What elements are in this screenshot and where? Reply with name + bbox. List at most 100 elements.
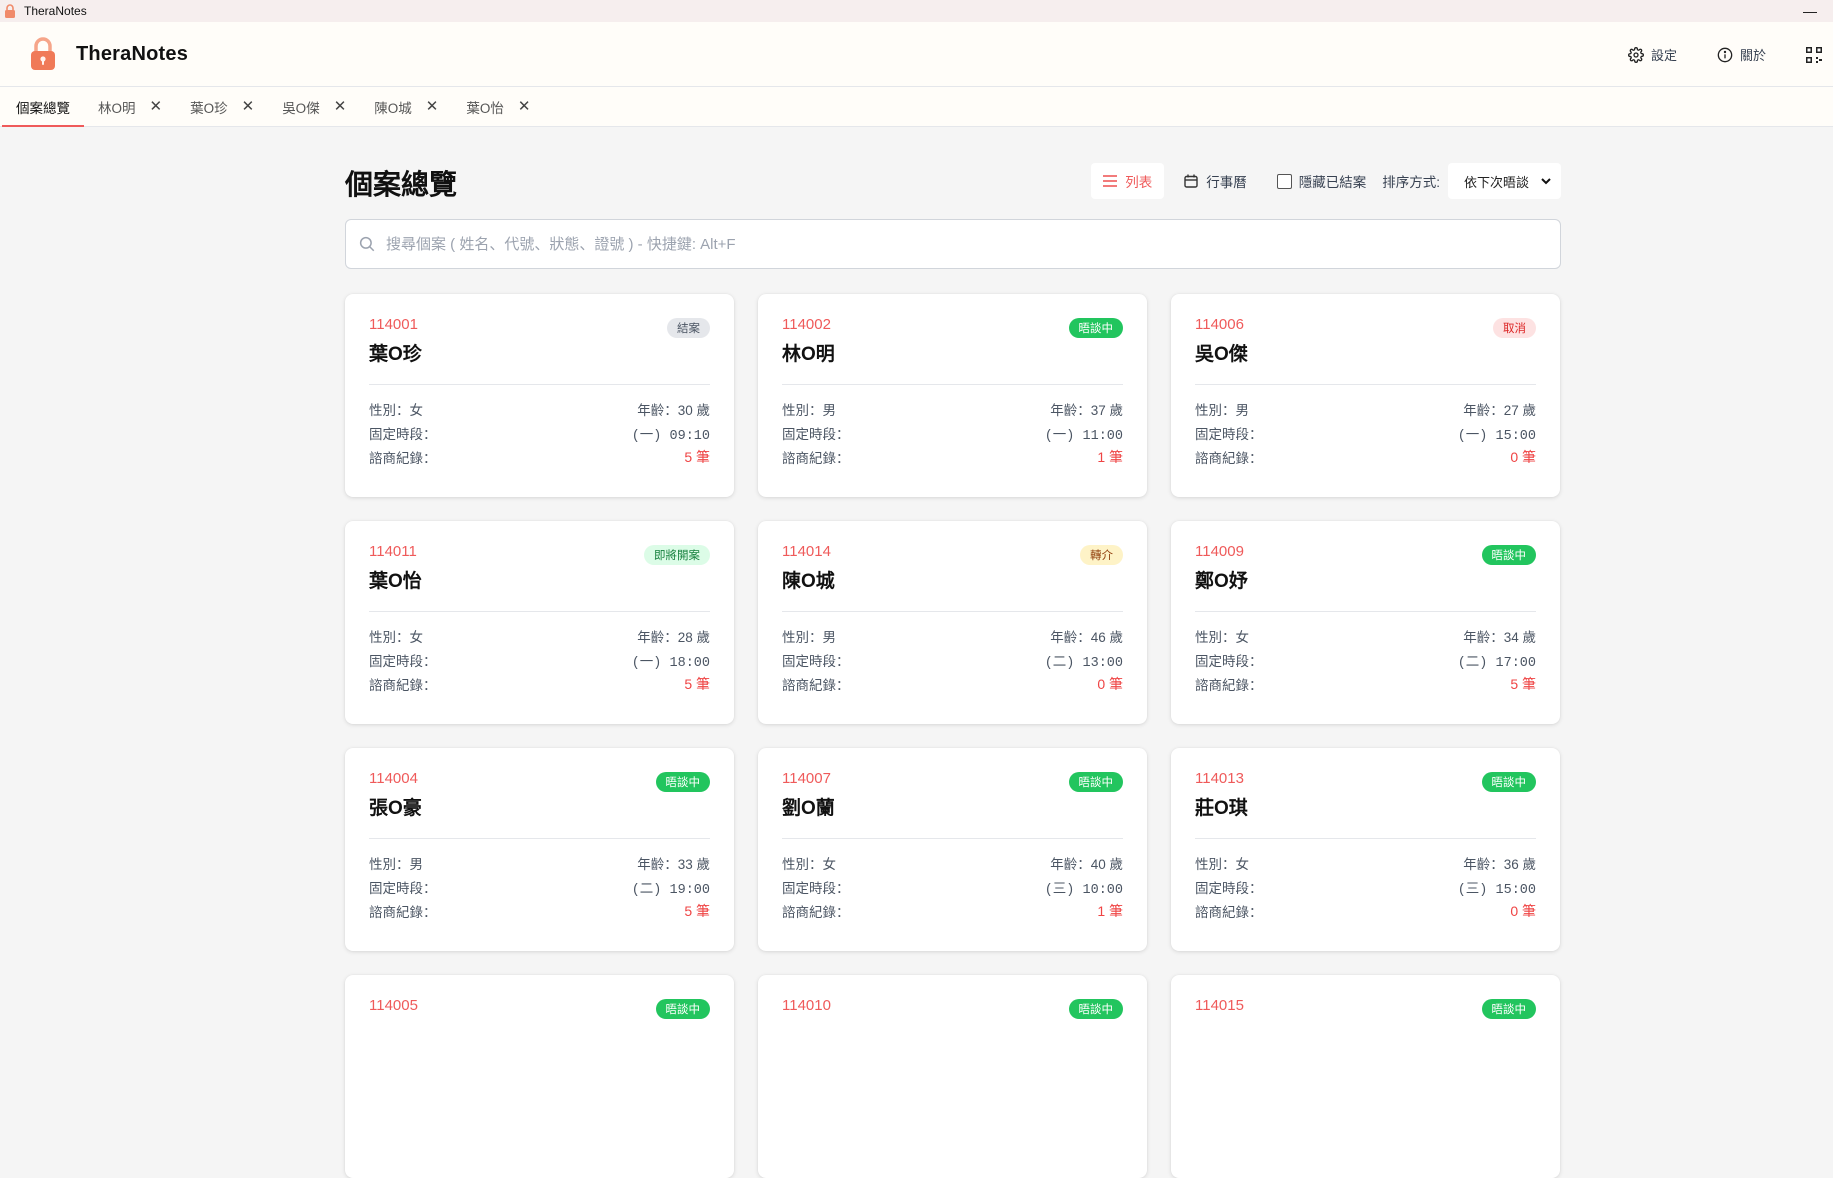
search-input[interactable] [384,224,1560,264]
age-value: 年齡：46 歲 [1050,630,1123,645]
card-divider [782,384,1123,385]
case-card[interactable]: 114013 莊O琪 晤談中 性別：女 年齡：36 歲固定時段： (三) 15:00 諮商紀… [1171,748,1560,951]
case-code: 114001 [369,316,418,333]
case-name: 吳O傑 [1195,344,1248,365]
hide-closed-checkbox[interactable] [1276,173,1292,189]
settings-button[interactable]: 設定 [1628,45,1677,64]
case-card[interactable]: 114005 晤談中 [345,975,734,1178]
gender-value: 女 [1235,857,1250,872]
schedule-row: 固定時段： (三) 15:00 [1195,875,1536,899]
gender-label: 性別： [1195,403,1236,418]
case-card[interactable]: 114014 陳O城 轉介 性別：男 年齡：46 歲固定時段： (二) 13:00 諮商紀錄… [758,521,1147,724]
toolbar-controls: 列表 行事曆 隱藏已結案 排序方式: 依下次晤談 [1083,163,1561,199]
info-icon [1717,47,1733,62]
close-icon[interactable]: ✕ [426,99,439,114]
page-title: 個案總覽 [345,169,458,200]
case-card[interactable]: 114015 晤談中 [1171,975,1560,1178]
case-card[interactable]: 114009 鄭O妤 晤談中 性別：女 年齡：34 歲固定時段： (二) 17:00 諮商紀… [1171,521,1560,724]
case-name: 葉O怡 [369,571,422,592]
settings-label: 設定 [1650,48,1677,63]
records-label: 諮商紀錄： [1195,678,1263,693]
status-badge: 晤談中 [1481,545,1536,565]
records-row: 諮商紀錄： 5 筆 [369,672,710,696]
sort-label: 排序方式: [1382,175,1440,190]
schedule-label: 固定時段： [1195,881,1263,896]
list-view-button[interactable]: 列表 [1091,163,1165,199]
case-card[interactable]: 114001 葉O珍 結案 性別：女 年齡：30 歲固定時段： (一) 09:10 諮商紀錄… [345,294,734,497]
case-grid: 114001 葉O珍 結案 性別：女 年齡：30 歲固定時段： (一) 09:10 諮商紀錄… [345,294,1561,1178]
case-card[interactable]: 114007 劉O蘭 晤談中 性別：女 年齡：40 歲固定時段： (三) 10:00 諮商紀… [758,748,1147,951]
records-count: 5 筆 [684,449,710,465]
case-card[interactable]: 114004 張O豪 晤談中 性別：男 年齡：33 歲固定時段： (二) 19:00 諮商紀… [345,748,734,951]
gender-value: 女 [409,403,424,418]
window-title: TheraNotes [24,4,87,18]
schedule-row: 固定時段： (一) 09:10 [369,421,710,445]
tab-case[interactable]: 林O明 ✕ [84,87,176,126]
minimize-button[interactable]: — [1787,0,1833,22]
records-row: 諮商紀錄： 0 筆 [1195,445,1536,469]
schedule-row: 固定時段： (二) 19:00 [369,875,710,899]
page-toolbar: 個案總覽 列表 行事曆 隱藏已結案 排序方式: 依下次晤談 [345,127,1561,219]
case-card[interactable]: 114002 林O明 晤談中 性別：男 年齡：37 歲固定時段： (一) 11:00 諮商紀… [758,294,1147,497]
card-divider [782,838,1123,839]
gender-value: 女 [1235,630,1250,645]
schedule-label: 固定時段： [782,654,850,669]
gender-label: 性別： [782,857,823,872]
hide-closed-toggle[interactable]: 隱藏已結案 [1276,171,1366,191]
records-label: 諮商紀錄： [782,905,850,920]
gender-row: 性別：男 年齡：27 歲 [1195,397,1536,421]
qr-code-button[interactable] [1806,46,1829,63]
window-titlebar: TheraNotes — [0,0,1833,22]
case-name: 劉O蘭 [782,798,835,819]
tab-overview[interactable]: 個案總覽 [2,87,84,127]
close-icon[interactable]: ✕ [518,99,531,114]
case-name: 林O明 [782,344,835,365]
close-icon[interactable]: ✕ [242,99,255,114]
case-card[interactable]: 114006 吳O傑 取消 性別：男 年齡：27 歲固定時段： (一) 15:00 諮商紀錄… [1171,294,1560,497]
calendar-view-button[interactable]: 行事曆 [1172,163,1259,199]
card-divider [1195,384,1536,385]
status-badge: 晤談中 [1481,999,1536,1019]
tab-case[interactable]: 葉O珍 ✕ [176,87,268,126]
schedule-row: 固定時段： (三) 10:00 [782,875,1123,899]
gender-row: 性別：女 年齡：34 歲 [1195,624,1536,648]
age-value: 年齡：30 歲 [637,403,710,418]
schedule-row: 固定時段： (二) 13:00 [782,648,1123,672]
gender-row: 性別：女 年齡：28 歲 [369,624,710,648]
case-card[interactable]: 114010 晤談中 [758,975,1147,1178]
about-button[interactable]: 關於 [1717,45,1766,64]
schedule-value: (二) 17:00 [1457,655,1536,671]
case-card[interactable]: 114011 葉O怡 即將開案 性別：女 年齡：28 歲固定時段： (一) 18:00 諮商… [345,521,734,724]
records-count: 0 筆 [1510,449,1536,465]
case-name: 鄭O妤 [1195,571,1248,592]
status-badge: 晤談中 [1068,772,1123,792]
tab-case[interactable]: 葉O怡 ✕ [452,87,544,126]
tab-bar: 個案總覽 林O明 ✕ 葉O珍 ✕ 吳O傑 ✕ 陳O城 ✕ 葉O怡 ✕ [0,87,1833,127]
close-icon[interactable]: ✕ [334,99,347,114]
schedule-value: (一) 11:00 [1044,428,1123,444]
sort-select[interactable]: 依下次晤談 [1448,163,1561,199]
case-name: 陳O城 [782,571,835,592]
lock-icon [4,4,18,18]
status-badge: 晤談中 [655,772,710,792]
card-divider [1195,838,1536,839]
records-row: 諮商紀錄： 1 筆 [782,445,1123,469]
schedule-row: 固定時段： (一) 18:00 [369,648,710,672]
gender-value: 男 [822,630,837,645]
records-count: 0 筆 [1510,903,1536,919]
close-icon[interactable]: ✕ [150,99,163,114]
schedule-label: 固定時段： [1195,427,1263,442]
calendar-icon [1184,174,1198,188]
about-label: 關於 [1739,48,1766,63]
header-actions: 設定 關於 [1628,22,1833,87]
status-badge: 即將開案 [644,545,710,565]
records-row: 諮商紀錄： 5 筆 [369,899,710,923]
tab-label: 葉O怡 [466,100,504,116]
card-divider [369,611,710,612]
age-value: 年齡：40 歲 [1050,857,1123,872]
app-header: TheraNotes 設定 關於 [0,22,1833,87]
tab-case[interactable]: 陳O城 ✕ [360,87,452,126]
gender-value: 男 [822,403,837,418]
status-badge: 晤談中 [1068,318,1123,338]
tab-case[interactable]: 吳O傑 ✕ [268,87,360,126]
